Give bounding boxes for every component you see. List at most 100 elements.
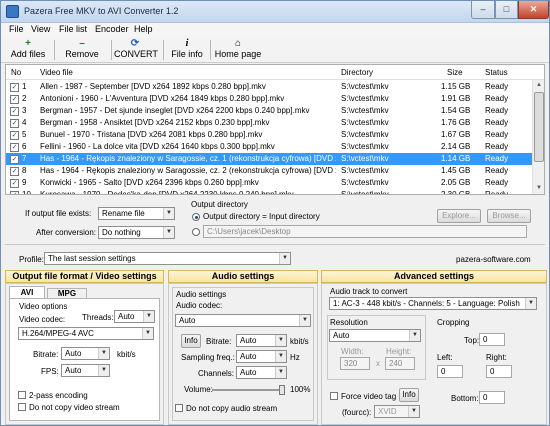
crop-left-input[interactable]: 0 (437, 365, 463, 378)
minimize-button[interactable]: – (471, 1, 495, 19)
app-icon (6, 5, 19, 18)
col-video-file[interactable]: Video file (40, 68, 73, 77)
row-checkbox[interactable]: ✓ (10, 143, 19, 152)
col-no[interactable]: No (11, 68, 21, 77)
force-tag-label: Force video tag (341, 392, 397, 401)
video-kbits-label: kbit/s (117, 350, 136, 359)
scroll-up-icon[interactable]: ▲ (533, 80, 544, 91)
outdir-custom-radio[interactable] (192, 228, 200, 236)
close-button[interactable]: ✕ (518, 1, 549, 19)
chevron-down-icon: ▼ (98, 348, 109, 359)
home-page-button[interactable]: ⌂ Home page (213, 38, 263, 62)
exists-value: Rename file (102, 209, 145, 218)
row-file: Bergman - 1957 - Det sjunde inseglet [DV… (40, 106, 310, 115)
crop-right-label: Right: (486, 353, 507, 362)
table-row[interactable]: ✓ 6 Fellini - 1960 - La dolce vita [DVD x2… (6, 141, 532, 153)
twopass-checkbox[interactable] (18, 391, 26, 399)
row-checkbox[interactable]: ✓ (10, 155, 19, 164)
row-checkbox[interactable]: ✓ (10, 179, 19, 188)
row-checkbox[interactable]: ✓ (10, 167, 19, 176)
maximize-button[interactable]: □ (495, 1, 518, 19)
outdir-path-input[interactable]: C:\Users\jacek\Desktop (203, 225, 527, 238)
crop-top-label: Top: (464, 336, 480, 345)
menu-file-list[interactable]: File list (59, 24, 87, 34)
threads-select[interactable]: Auto ▼ (114, 310, 155, 323)
menu-view[interactable]: View (31, 24, 50, 34)
menu-file[interactable]: File (9, 24, 24, 34)
after-select[interactable]: Do nothing ▼ (98, 226, 175, 239)
table-row[interactable]: ✓ 1 Allen - 1987 - September [DVD x264 189… (6, 81, 532, 93)
audio-codec-select[interactable]: Auto ▼ (175, 314, 311, 327)
col-directory[interactable]: Directory (341, 68, 373, 77)
file-list[interactable]: No Video file Directory Size Status ✓ 1 Al… (5, 64, 545, 195)
crop-top-input[interactable]: 0 (479, 333, 505, 346)
home-page-label: Home page (214, 49, 262, 59)
video-codec-value: H.264/MPEG-4 AVC (22, 329, 94, 338)
row-checkbox[interactable]: ✓ (10, 119, 19, 128)
resolution-select[interactable]: Auto ▼ (329, 329, 421, 342)
profile-select[interactable]: The last session settings ▼ (44, 252, 291, 265)
row-checkbox[interactable]: ✓ (10, 107, 19, 116)
no-copy-audio-label: Do not copy audio stream (186, 404, 278, 413)
volume-label: Volume: (184, 385, 213, 394)
add-files-button[interactable]: + Add files (7, 38, 49, 62)
row-dir: S:\vctest\mkv (341, 82, 389, 91)
table-row[interactable]: ✓ 8 Has - 1964 - Rękopis znaleziony w Sara… (6, 165, 532, 177)
table-row[interactable]: ✓ 2 Antonioni - 1960 - L'Avventura [DVD x2… (6, 93, 532, 105)
convert-button[interactable]: ⟳ CONVERT (114, 38, 158, 62)
audio-bitrate-select[interactable]: Auto ▼ (236, 334, 287, 347)
channels-select[interactable]: Auto ▼ (236, 366, 287, 379)
row-file: Bunuel - 1970 - Tristana [DVD x264 2081 … (40, 130, 263, 139)
fourcc-info-button[interactable]: Info (399, 388, 419, 402)
sampling-freq-select[interactable]: Auto ▼ (236, 350, 287, 363)
fps-select[interactable]: Auto ▼ (61, 364, 110, 377)
browse-button[interactable]: Browse... (487, 209, 531, 223)
remove-button[interactable]: – Remove (61, 38, 103, 62)
no-copy-video-checkbox[interactable] (18, 403, 26, 411)
table-row[interactable]: ✓ 4 Bergman - 1958 - Ansiktet [DVD x264 21… (6, 117, 532, 129)
crop-bottom-input[interactable]: 0 (479, 391, 505, 404)
width-input[interactable]: 320 (340, 357, 370, 370)
row-checkbox[interactable]: ✓ (10, 191, 19, 194)
width-label: Width: (341, 347, 364, 356)
table-row[interactable]: ✓ 9 Konwicki - 1965 - Salto [DVD x264 2396… (6, 177, 532, 189)
crop-left-label: Left: (437, 353, 453, 362)
row-no: 10 (22, 190, 31, 195)
exists-select[interactable]: Rename file ▼ (98, 207, 175, 220)
crop-right-input[interactable]: 0 (486, 365, 512, 378)
table-row[interactable]: ✓ 7 Has - 1964 - Rękopis znaleziony w Sara… (6, 153, 532, 165)
col-size[interactable]: Size (447, 68, 463, 77)
row-checkbox[interactable]: ✓ (10, 83, 19, 92)
audio-kbits-label: kbit/s (290, 337, 309, 346)
audio-track-select[interactable]: 1: AC-3 - 448 kbit/s - Channels: 5 - Lan… (329, 297, 537, 310)
website-link[interactable]: pazera-software.com (456, 255, 531, 264)
table-row[interactable]: ✓ 3 Bergman - 1957 - Det sjunde inseglet [… (6, 105, 532, 117)
fourcc-select[interactable]: XVID ▼ (374, 405, 420, 418)
row-size: 2.05 GB (441, 178, 471, 187)
no-copy-audio-checkbox[interactable] (175, 404, 183, 412)
audio-info-button[interactable]: Info (181, 334, 201, 348)
row-checkbox[interactable]: ✓ (10, 95, 19, 104)
file-info-button[interactable]: i File info (168, 38, 206, 62)
scroll-thumb[interactable] (534, 92, 544, 162)
menu-help[interactable]: Help (134, 24, 153, 34)
volume-slider-handle[interactable] (279, 385, 285, 395)
force-tag-checkbox[interactable] (330, 392, 338, 400)
table-row[interactable]: ✓ 5 Bunuel - 1970 - Tristana [DVD x264 208… (6, 129, 532, 141)
video-codec-select[interactable]: H.264/MPEG-4 AVC ▼ (18, 327, 154, 340)
menu-encoder[interactable]: Encoder (95, 24, 129, 34)
list-scrollbar[interactable]: ▲ ▼ (532, 80, 544, 194)
height-input[interactable]: 240 (385, 357, 415, 370)
scroll-down-icon[interactable]: ▼ (533, 183, 544, 194)
row-no: 6 (22, 142, 27, 151)
col-status[interactable]: Status (485, 68, 508, 77)
volume-slider[interactable] (212, 385, 285, 395)
exists-label: If output file exists: (25, 209, 92, 218)
video-bitrate-select[interactable]: Auto ▼ (61, 347, 110, 360)
outdir-same-radio[interactable] (192, 213, 200, 221)
table-row[interactable]: ✓10 Kurosawa - 1970 - Dodes'ka-den [DVD x… (6, 189, 532, 195)
row-status: Ready (485, 106, 509, 115)
chevron-down-icon: ▼ (275, 351, 286, 362)
row-checkbox[interactable]: ✓ (10, 131, 19, 140)
explore-button[interactable]: Explore... (437, 209, 481, 223)
